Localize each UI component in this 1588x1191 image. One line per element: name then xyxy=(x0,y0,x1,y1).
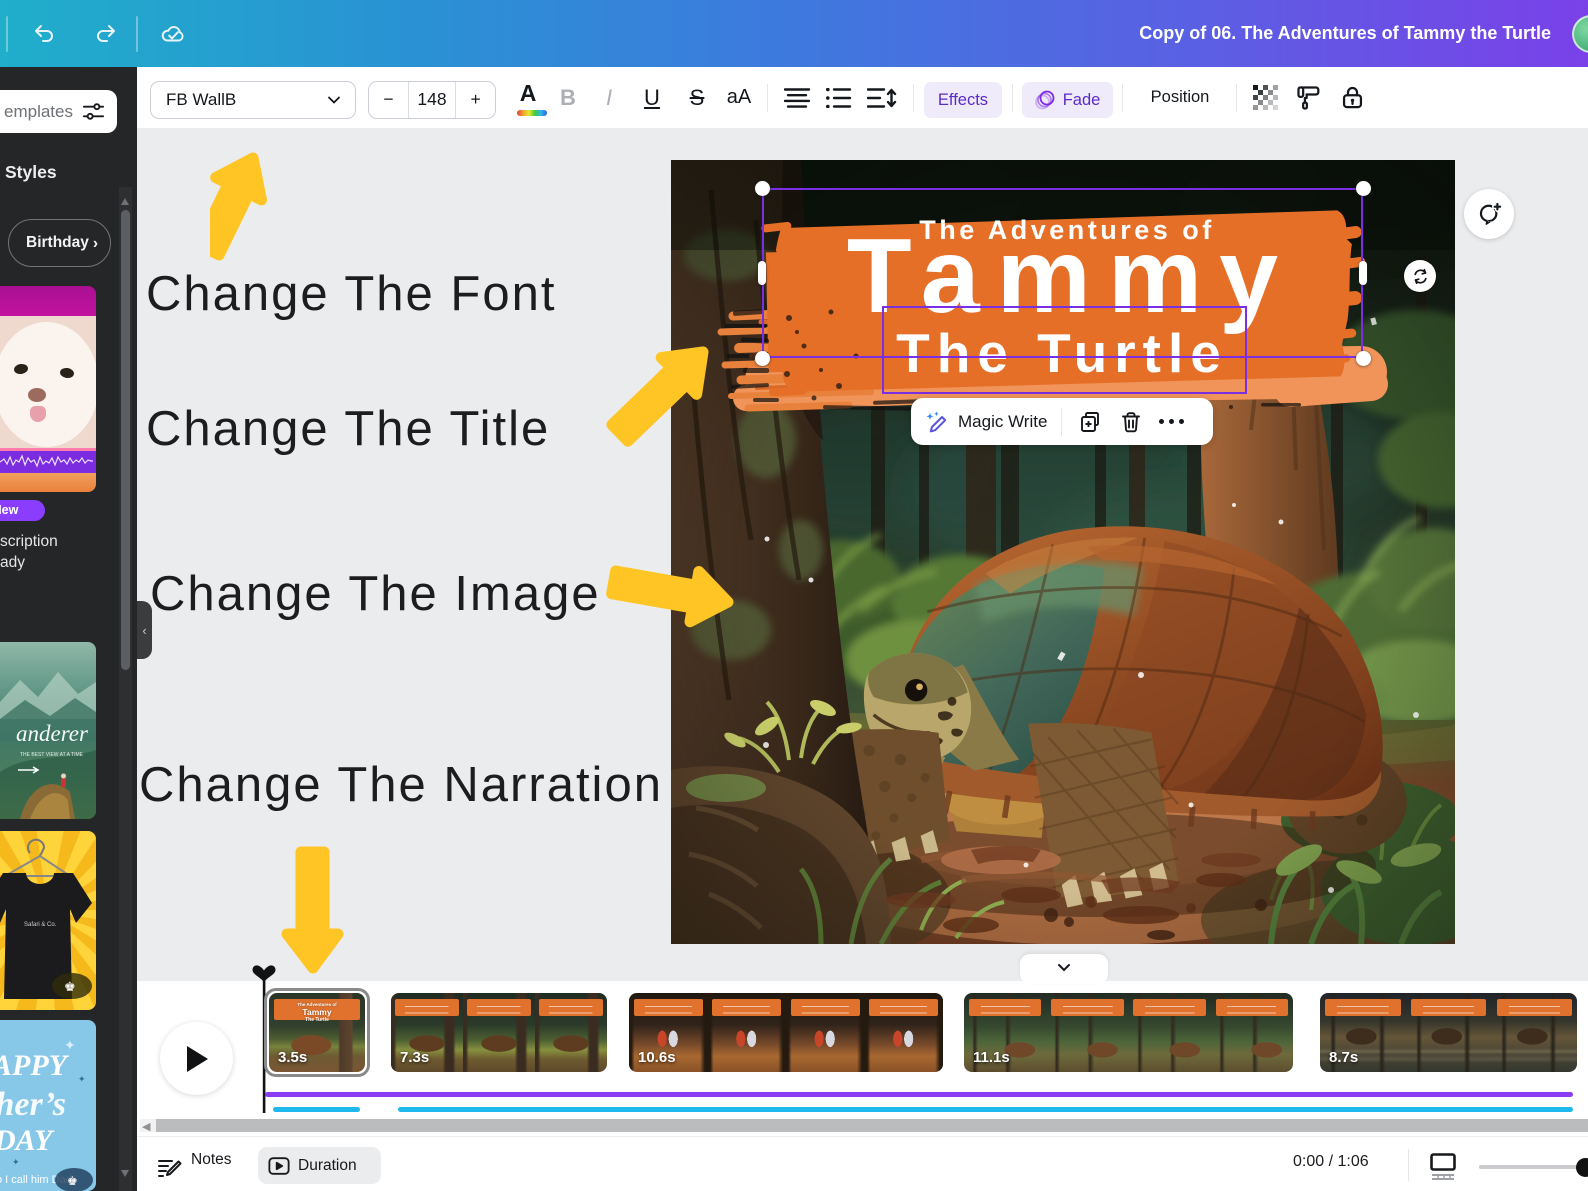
svg-text:✦: ✦ xyxy=(64,1037,76,1053)
svg-text:♚: ♚ xyxy=(64,979,76,994)
svg-text:Safari & Co.: Safari & Co. xyxy=(24,922,57,928)
svg-text:✦: ✦ xyxy=(12,1157,20,1167)
svg-text:✦: ✦ xyxy=(78,1074,86,1084)
svg-text:anderer: anderer xyxy=(16,721,89,746)
svg-text:DAY: DAY xyxy=(0,1124,55,1157)
svg-text:APPY: APPY xyxy=(0,1049,70,1082)
svg-text:♚: ♚ xyxy=(67,1174,78,1188)
svg-text:ther’s: ther’s xyxy=(0,1086,66,1123)
svg-text:THE BEST VIEW AT A TIME: THE BEST VIEW AT A TIME xyxy=(20,752,84,758)
